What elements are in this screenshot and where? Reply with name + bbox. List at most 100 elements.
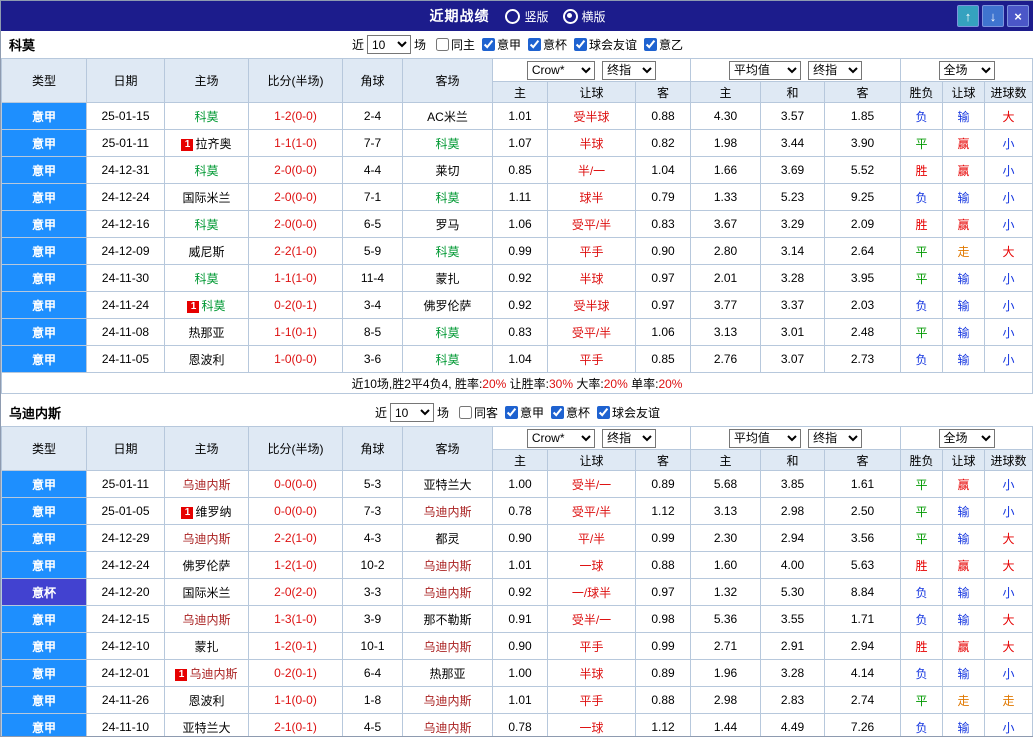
near-count-select[interactable]: 10 — [367, 35, 411, 54]
result-handicap-cell: 输 — [943, 292, 985, 319]
result-goals-cell: 小 — [985, 211, 1033, 238]
home-team-cell: 佛罗伦萨 — [165, 552, 249, 579]
checkbox-input[interactable] — [597, 406, 610, 419]
result-outcome-cell: 胜 — [901, 552, 943, 579]
asian-handicap-cell: 受平/半 — [548, 319, 636, 346]
away-team-name: 乌迪内斯 — [423, 505, 471, 519]
euro-draw-odds-cell: 5.23 — [761, 184, 825, 211]
asian-bookmaker-select[interactable]: Crow* — [527, 429, 595, 448]
filter-checkbox-意乙[interactable]: 意乙 — [644, 36, 683, 53]
euro-away-odds-cell: 5.52 — [825, 157, 901, 184]
date-cell: 25-01-11 — [87, 471, 165, 498]
euro-final-index-select[interactable]: 终指 — [808, 429, 862, 448]
filter-checkbox-同客[interactable]: 同客 — [459, 404, 498, 421]
home-team-name: 科莫 — [194, 164, 218, 178]
euro-home-odds-cell: 2.80 — [691, 238, 761, 265]
asian-handicap-cell: 平手 — [548, 346, 636, 373]
scroll-up-button[interactable]: ↑ — [957, 5, 979, 27]
result-goals-cell: 小 — [985, 265, 1033, 292]
filter-bar: 近 10 场 同主意甲意杯球会友谊意乙 — [352, 35, 683, 54]
corner-cell: 3-4 — [343, 292, 403, 319]
asian-bookmaker-select[interactable]: Crow* — [527, 61, 595, 80]
euro-draw-odds-cell: 3.57 — [761, 103, 825, 130]
filter-checkbox-球会友谊[interactable]: 球会友谊 — [597, 404, 660, 421]
titlebar-center: 近期战绩 竖版 横版 — [1, 6, 1033, 26]
euro-home-odds-cell: 1.33 — [691, 184, 761, 211]
euro-average-select[interactable]: 平均值 — [729, 61, 801, 80]
filter-checkbox-意杯[interactable]: 意杯 — [551, 404, 590, 421]
home-team-name: 国际米兰 — [182, 191, 230, 205]
checkbox-input[interactable] — [505, 406, 518, 419]
away-team-cell: AC米兰 — [403, 103, 493, 130]
close-button[interactable]: × — [1007, 5, 1029, 27]
summary-stat-value: 20% — [658, 377, 682, 391]
asian-handicap-cell: 平手 — [548, 238, 636, 265]
home-team-cell: 科莫 — [165, 157, 249, 184]
asian-final-index-select[interactable]: 终指 — [602, 429, 656, 448]
near-count-select[interactable]: 10 — [390, 403, 434, 422]
match-row: 意甲24-11-26恩波利1-1(0-0)1-8乌迪内斯1.01平手0.882.… — [2, 687, 1033, 714]
asian-handicap-cell: 半球 — [548, 130, 636, 157]
checkbox-input[interactable] — [459, 406, 472, 419]
result-outcome-cell: 负 — [901, 579, 943, 606]
radio-horizontal-layout[interactable]: 横版 — [563, 8, 606, 25]
col-header-type: 类型 — [2, 427, 87, 471]
full-match-select[interactable]: 全场 — [939, 61, 995, 80]
asian-away-odds-cell: 0.79 — [636, 184, 691, 211]
corner-cell: 1-8 — [343, 687, 403, 714]
away-team-cell: 乌迪内斯 — [403, 579, 493, 606]
result-outcome-cell: 平 — [901, 687, 943, 714]
result-handicap-cell: 走 — [943, 687, 985, 714]
euro-average-select[interactable]: 平均值 — [729, 429, 801, 448]
score-cell: 0-2(0-1) — [249, 660, 343, 687]
full-match-select[interactable]: 全场 — [939, 429, 995, 448]
euro-home-odds-cell: 3.13 — [691, 319, 761, 346]
checkbox-input[interactable] — [551, 406, 564, 419]
col-header-euro-home: 主 — [691, 450, 761, 471]
result-handicap-cell: 输 — [943, 714, 985, 737]
match-row: 意甲24-12-10蒙扎1-2(0-1)10-1乌迪内斯0.90平手0.992.… — [2, 633, 1033, 660]
col-header-away: 客场 — [403, 427, 493, 471]
checkbox-input[interactable] — [644, 38, 657, 51]
asian-away-odds-cell: 0.97 — [636, 265, 691, 292]
corner-cell: 6-4 — [343, 660, 403, 687]
result-goals-cell: 小 — [985, 714, 1033, 737]
score-cell: 1-1(0-1) — [249, 319, 343, 346]
asian-handicap-cell: 一/球半 — [548, 579, 636, 606]
euro-home-odds-cell: 1.98 — [691, 130, 761, 157]
euro-home-odds-cell: 4.30 — [691, 103, 761, 130]
away-team-name: 乌迪内斯 — [423, 640, 471, 654]
col-header-home: 主场 — [165, 59, 249, 103]
away-team-cell: 乌迪内斯 — [403, 687, 493, 714]
filter-checkbox-球会友谊[interactable]: 球会友谊 — [574, 36, 637, 53]
score-cell: 1-2(0-0) — [249, 103, 343, 130]
home-team-cell: 国际米兰 — [165, 579, 249, 606]
checkbox-input[interactable] — [574, 38, 587, 51]
corner-cell: 6-5 — [343, 211, 403, 238]
away-team-name: 科莫 — [435, 326, 459, 340]
home-team-cell: 威尼斯 — [165, 238, 249, 265]
radio-vertical-layout[interactable]: 竖版 — [505, 8, 548, 25]
scroll-down-button[interactable]: ↓ — [982, 5, 1004, 27]
date-cell: 24-11-26 — [87, 687, 165, 714]
euro-final-index-select[interactable]: 终指 — [808, 61, 862, 80]
away-team-name: 乌迪内斯 — [423, 559, 471, 573]
score-cell: 1-2(0-1) — [249, 633, 343, 660]
home-team-name: 科莫 — [201, 299, 225, 313]
filter-checkbox-同主[interactable]: 同主 — [436, 36, 475, 53]
filter-checkbox-意杯[interactable]: 意杯 — [528, 36, 567, 53]
filter-checkbox-意甲[interactable]: 意甲 — [505, 404, 544, 421]
euro-draw-odds-cell: 3.28 — [761, 660, 825, 687]
result-group-header: 全场 — [901, 59, 1033, 82]
filter-checkbox-意甲[interactable]: 意甲 — [482, 36, 521, 53]
match-row: 意甲24-12-24国际米兰2-0(0-0)7-1科莫1.11球半0.791.3… — [2, 184, 1033, 211]
checkbox-input[interactable] — [436, 38, 449, 51]
checkbox-input[interactable] — [482, 38, 495, 51]
asian-final-index-select[interactable]: 终指 — [602, 61, 656, 80]
asian-away-odds-cell: 0.99 — [636, 525, 691, 552]
checkbox-input[interactable] — [528, 38, 541, 51]
result-outcome-cell: 平 — [901, 471, 943, 498]
home-team-name: 亚特兰大 — [182, 721, 230, 735]
summary-stat-value: 20% — [482, 377, 506, 391]
checkbox-label: 球会友谊 — [589, 36, 637, 53]
